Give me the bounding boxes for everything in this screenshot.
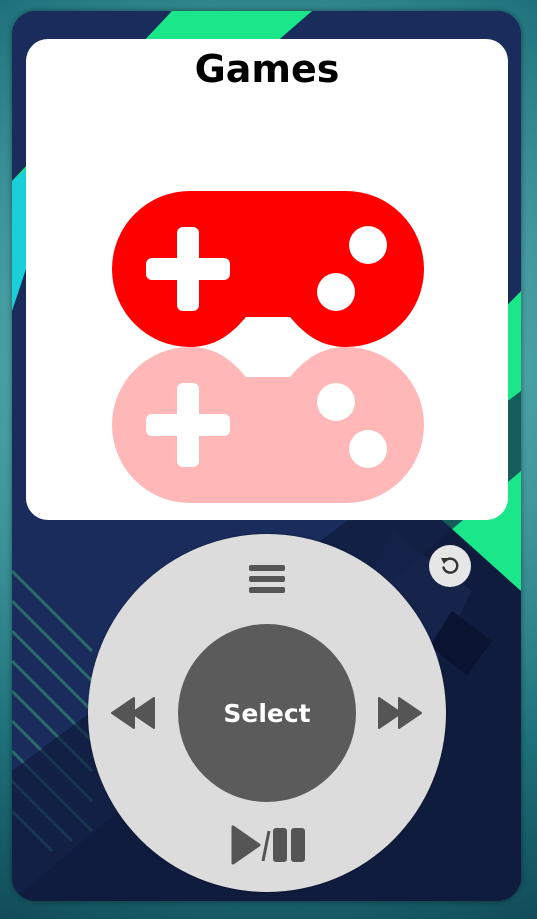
menu-icon xyxy=(249,565,285,593)
next-button[interactable] xyxy=(375,692,425,734)
gamepad-reflection-icon xyxy=(112,347,424,503)
rewind-icon xyxy=(111,697,155,729)
reset-icon xyxy=(441,557,459,574)
play-pause-button[interactable] xyxy=(218,819,318,871)
play-pause-icon xyxy=(231,825,305,865)
fast-forward-icon xyxy=(378,697,422,729)
reset-button[interactable] xyxy=(429,545,471,587)
select-button[interactable]: Select xyxy=(178,624,356,802)
ipod-device: Games Select xyxy=(12,11,521,901)
menu-button[interactable] xyxy=(242,558,292,600)
click-wheel[interactable]: Select xyxy=(88,534,446,892)
display-screen: Games xyxy=(26,39,508,520)
previous-button[interactable] xyxy=(108,692,158,734)
screen-title: Games xyxy=(194,47,340,91)
gamepad-icon xyxy=(112,191,424,347)
